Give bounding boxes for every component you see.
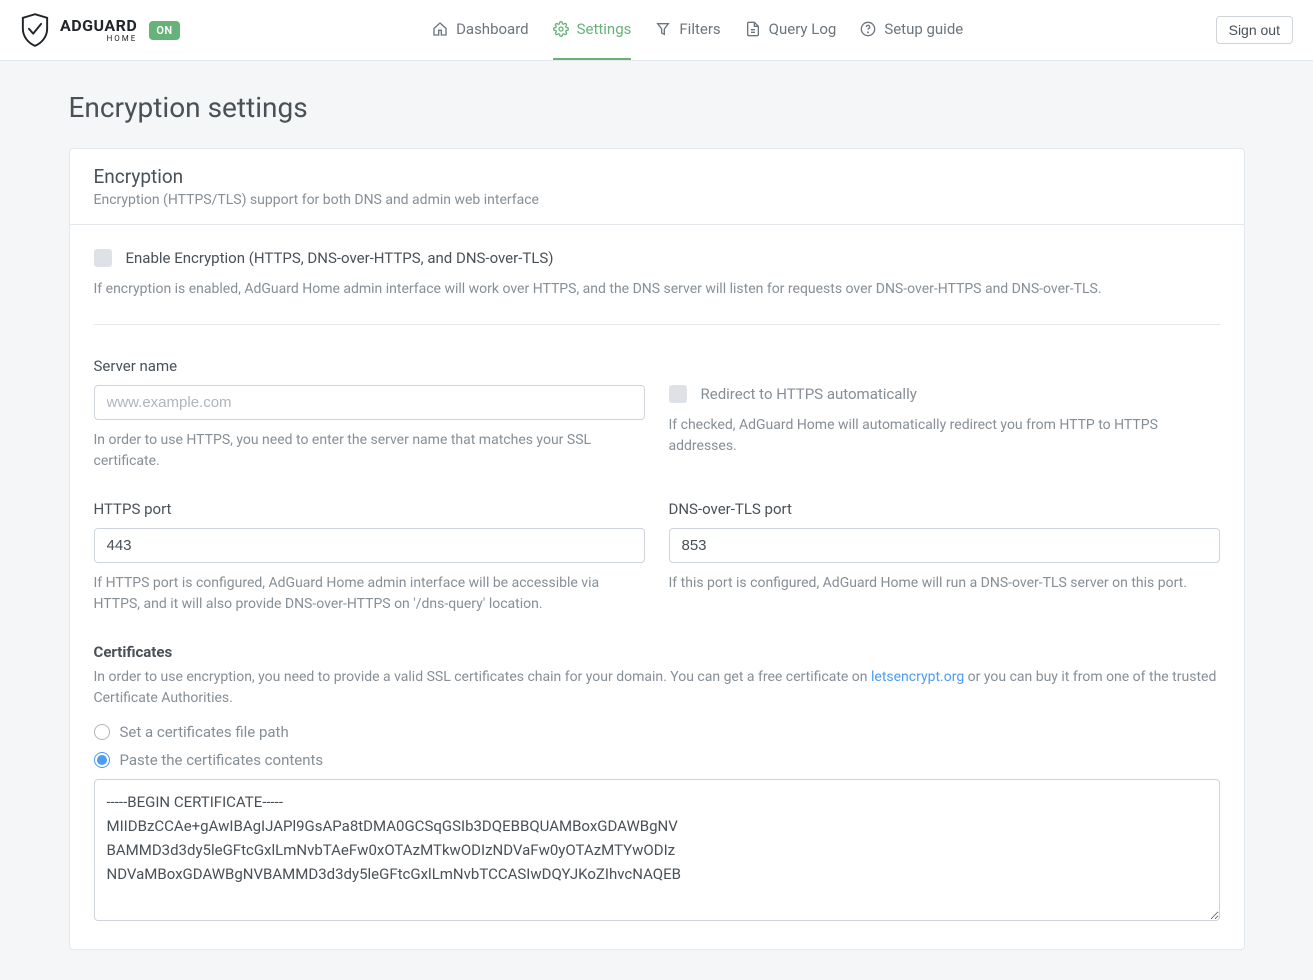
- nav-label: Dashboard: [456, 20, 529, 38]
- logo-main: ADGUARD: [60, 18, 137, 34]
- tls-port-label: DNS-over-TLS port: [669, 500, 1220, 518]
- enable-encryption-checkbox[interactable]: [94, 249, 112, 267]
- logo-text: ADGUARD HOME: [60, 18, 137, 43]
- enable-encryption-label: Enable Encryption (HTTPS, DNS-over-HTTPS…: [126, 249, 554, 267]
- https-port-group: HTTPS port If HTTPS port is configured, …: [94, 500, 645, 615]
- nav-setup-guide[interactable]: Setup guide: [860, 0, 963, 60]
- nav-filters[interactable]: Filters: [655, 0, 720, 60]
- tls-port-group: DNS-over-TLS port If this port is config…: [669, 500, 1220, 615]
- header-inner: ADGUARD HOME ON Dashboard Settings Filte…: [20, 0, 1293, 60]
- logo-sub: HOME: [107, 35, 138, 43]
- tls-port-input[interactable]: [669, 528, 1220, 563]
- card-body: Enable Encryption (HTTPS, DNS-over-HTTPS…: [70, 225, 1244, 949]
- main-nav: Dashboard Settings Filters Query Log Set…: [432, 0, 963, 60]
- nav-settings[interactable]: Settings: [553, 0, 632, 60]
- radio-cert-path[interactable]: [94, 724, 110, 740]
- server-name-help: In order to use HTTPS, you need to enter…: [94, 430, 645, 472]
- radio-cert-paste[interactable]: [94, 752, 110, 768]
- nav-label: Settings: [577, 20, 632, 38]
- radio-cert-path-label: Set a certificates file path: [120, 723, 289, 741]
- redirect-group: Redirect to HTTPS automatically If check…: [669, 357, 1220, 472]
- page-container: Encryption settings Encryption Encryptio…: [69, 61, 1245, 980]
- certificates-heading: Certificates: [94, 643, 1220, 661]
- home-icon: [432, 21, 448, 37]
- redirect-checkbox[interactable]: [669, 385, 687, 403]
- card-title: Encryption: [94, 165, 1220, 188]
- status-badge: ON: [149, 21, 179, 40]
- https-port-label: HTTPS port: [94, 500, 645, 518]
- cert-desc-pre: In order to use encryption, you need to …: [94, 669, 872, 685]
- file-icon: [745, 21, 761, 37]
- nav-label: Setup guide: [884, 20, 963, 38]
- certificates-description: In order to use encryption, you need to …: [94, 667, 1220, 709]
- card-header: Encryption Encryption (HTTPS/TLS) suppor…: [70, 149, 1244, 225]
- nav-query-log[interactable]: Query Log: [745, 0, 837, 60]
- gear-icon: [553, 21, 569, 37]
- page-title: Encryption settings: [69, 91, 1245, 124]
- shield-icon: [20, 13, 50, 47]
- nav-label: Filters: [679, 20, 720, 38]
- nav-dashboard[interactable]: Dashboard: [432, 0, 529, 60]
- nav-label: Query Log: [769, 20, 837, 38]
- card-subtitle: Encryption (HTTPS/TLS) support for both …: [94, 192, 1220, 208]
- radio-cert-paste-row: Paste the certificates contents: [94, 751, 1220, 769]
- filter-icon: [655, 21, 671, 37]
- server-name-input[interactable]: [94, 385, 645, 420]
- radio-cert-path-row: Set a certificates file path: [94, 723, 1220, 741]
- divider: [94, 324, 1220, 325]
- header: ADGUARD HOME ON Dashboard Settings Filte…: [0, 0, 1313, 61]
- certificate-textarea[interactable]: [94, 779, 1220, 921]
- server-name-group: Server name In order to use HTTPS, you n…: [94, 357, 645, 472]
- tls-port-help: If this port is configured, AdGuard Home…: [669, 573, 1220, 594]
- enable-encryption-row: Enable Encryption (HTTPS, DNS-over-HTTPS…: [94, 249, 1220, 267]
- help-icon: [860, 21, 876, 37]
- https-port-input[interactable]: [94, 528, 645, 563]
- logo[interactable]: ADGUARD HOME: [20, 13, 137, 47]
- logo-area: ADGUARD HOME ON: [20, 13, 180, 47]
- redirect-help: If checked, AdGuard Home will automatica…: [669, 415, 1220, 457]
- row-server-redirect: Server name In order to use HTTPS, you n…: [94, 357, 1220, 472]
- encryption-card: Encryption Encryption (HTTPS/TLS) suppor…: [69, 148, 1245, 950]
- certificates-section: Certificates In order to use encryption,…: [94, 643, 1220, 925]
- https-port-help: If HTTPS port is configured, AdGuard Hom…: [94, 573, 645, 615]
- redirect-label: Redirect to HTTPS automatically: [701, 385, 917, 403]
- redirect-row: Redirect to HTTPS automatically: [669, 385, 1220, 403]
- letsencrypt-link[interactable]: letsencrypt.org: [871, 669, 964, 685]
- row-ports: HTTPS port If HTTPS port is configured, …: [94, 500, 1220, 615]
- sign-out-button[interactable]: Sign out: [1216, 16, 1293, 44]
- enable-encryption-help: If encryption is enabled, AdGuard Home a…: [94, 279, 1220, 300]
- radio-cert-paste-label: Paste the certificates contents: [120, 751, 324, 769]
- server-name-label: Server name: [94, 357, 645, 375]
